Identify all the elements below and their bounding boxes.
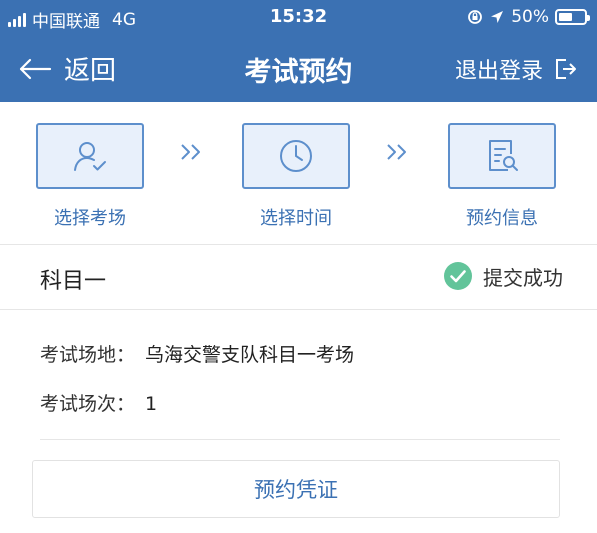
document-search-icon — [489, 140, 518, 171]
nav-bar: 返回 考试预约 退出登录 — [0, 38, 597, 102]
status-text: 提交成功 — [483, 265, 563, 290]
location-arrow-icon — [491, 11, 504, 23]
step-select-time: 选择时间 — [242, 123, 350, 230]
divider — [40, 439, 560, 440]
venue-value: 乌海交警支队科目一考场 — [145, 344, 355, 366]
submit-status: 提交成功 — [443, 261, 563, 291]
step-icon-box — [448, 123, 556, 189]
step-label: 选择时间 — [260, 208, 332, 229]
orientation-lock-icon — [468, 10, 483, 24]
step-label: 选择考场 — [54, 208, 126, 229]
subject-row: 科目一 提交成功 — [0, 245, 597, 309]
user-check-icon — [74, 142, 106, 171]
clock-icon — [280, 140, 312, 172]
step-icon-box — [36, 123, 144, 189]
session-row: 考试场次： 1 — [40, 389, 157, 416]
status-bar: 中国联通 4G 15:32 50% — [0, 0, 597, 34]
chevron-double-right-icon — [172, 142, 212, 166]
logout-icon — [556, 59, 576, 79]
divider — [0, 309, 597, 310]
venue-label: 考试场地： — [40, 344, 136, 366]
session-value: 1 — [145, 393, 158, 415]
step-booking-info: 预约信息 — [448, 123, 556, 230]
battery-icon — [555, 9, 590, 25]
status-right: 50% — [467, 7, 590, 27]
step-icon-box — [242, 123, 350, 189]
app-header: 中国联通 4G 15:32 50% 返回 考试预约 退出登录 — [0, 0, 597, 102]
step-progress: 选择考场 选择时间 预约信息 — [0, 102, 597, 244]
check-circle-icon — [444, 262, 472, 290]
battery-percent: 50% — [511, 7, 549, 27]
step-label: 预约信息 — [466, 208, 538, 229]
session-label: 考试场次： — [40, 393, 136, 415]
logout-button[interactable]: 退出登录 — [455, 53, 577, 85]
venue-row: 考试场地： 乌海交警支队科目一考场 — [40, 340, 354, 367]
subject-name: 科目一 — [40, 269, 107, 294]
chevron-double-right-icon — [378, 142, 418, 166]
booking-certificate-button[interactable]: 预约凭证 — [32, 460, 560, 518]
step-select-venue: 选择考场 — [36, 123, 144, 230]
logout-label: 退出登录 — [454, 59, 543, 84]
